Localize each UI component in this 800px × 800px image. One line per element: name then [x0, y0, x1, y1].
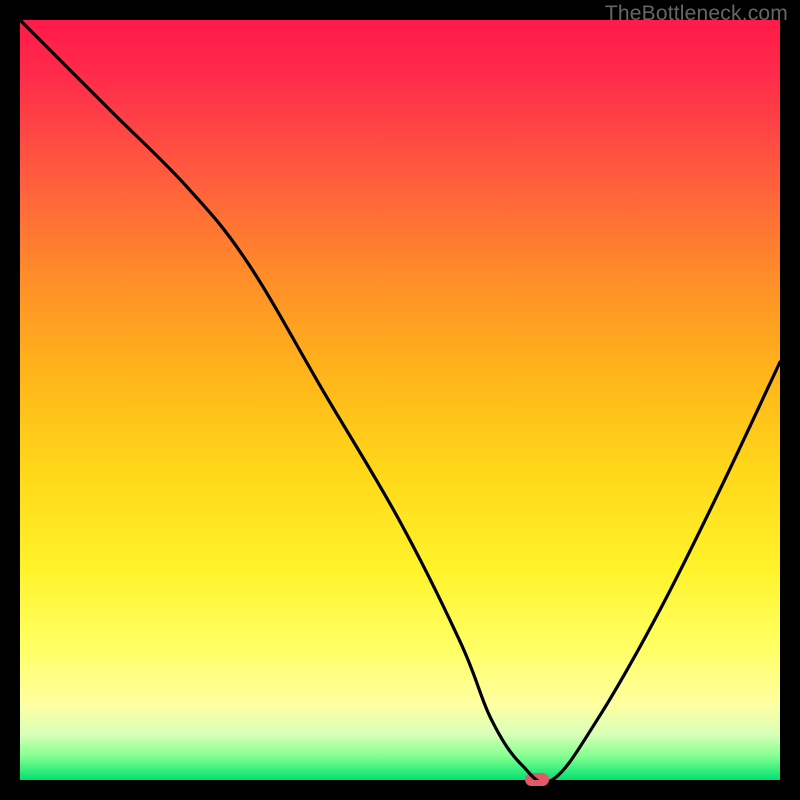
curve-path	[20, 20, 780, 780]
bottleneck-curve	[20, 20, 780, 780]
plot-area	[20, 20, 780, 780]
watermark-text: TheBottleneck.com	[605, 2, 788, 26]
chart-stage: TheBottleneck.com	[0, 0, 800, 800]
